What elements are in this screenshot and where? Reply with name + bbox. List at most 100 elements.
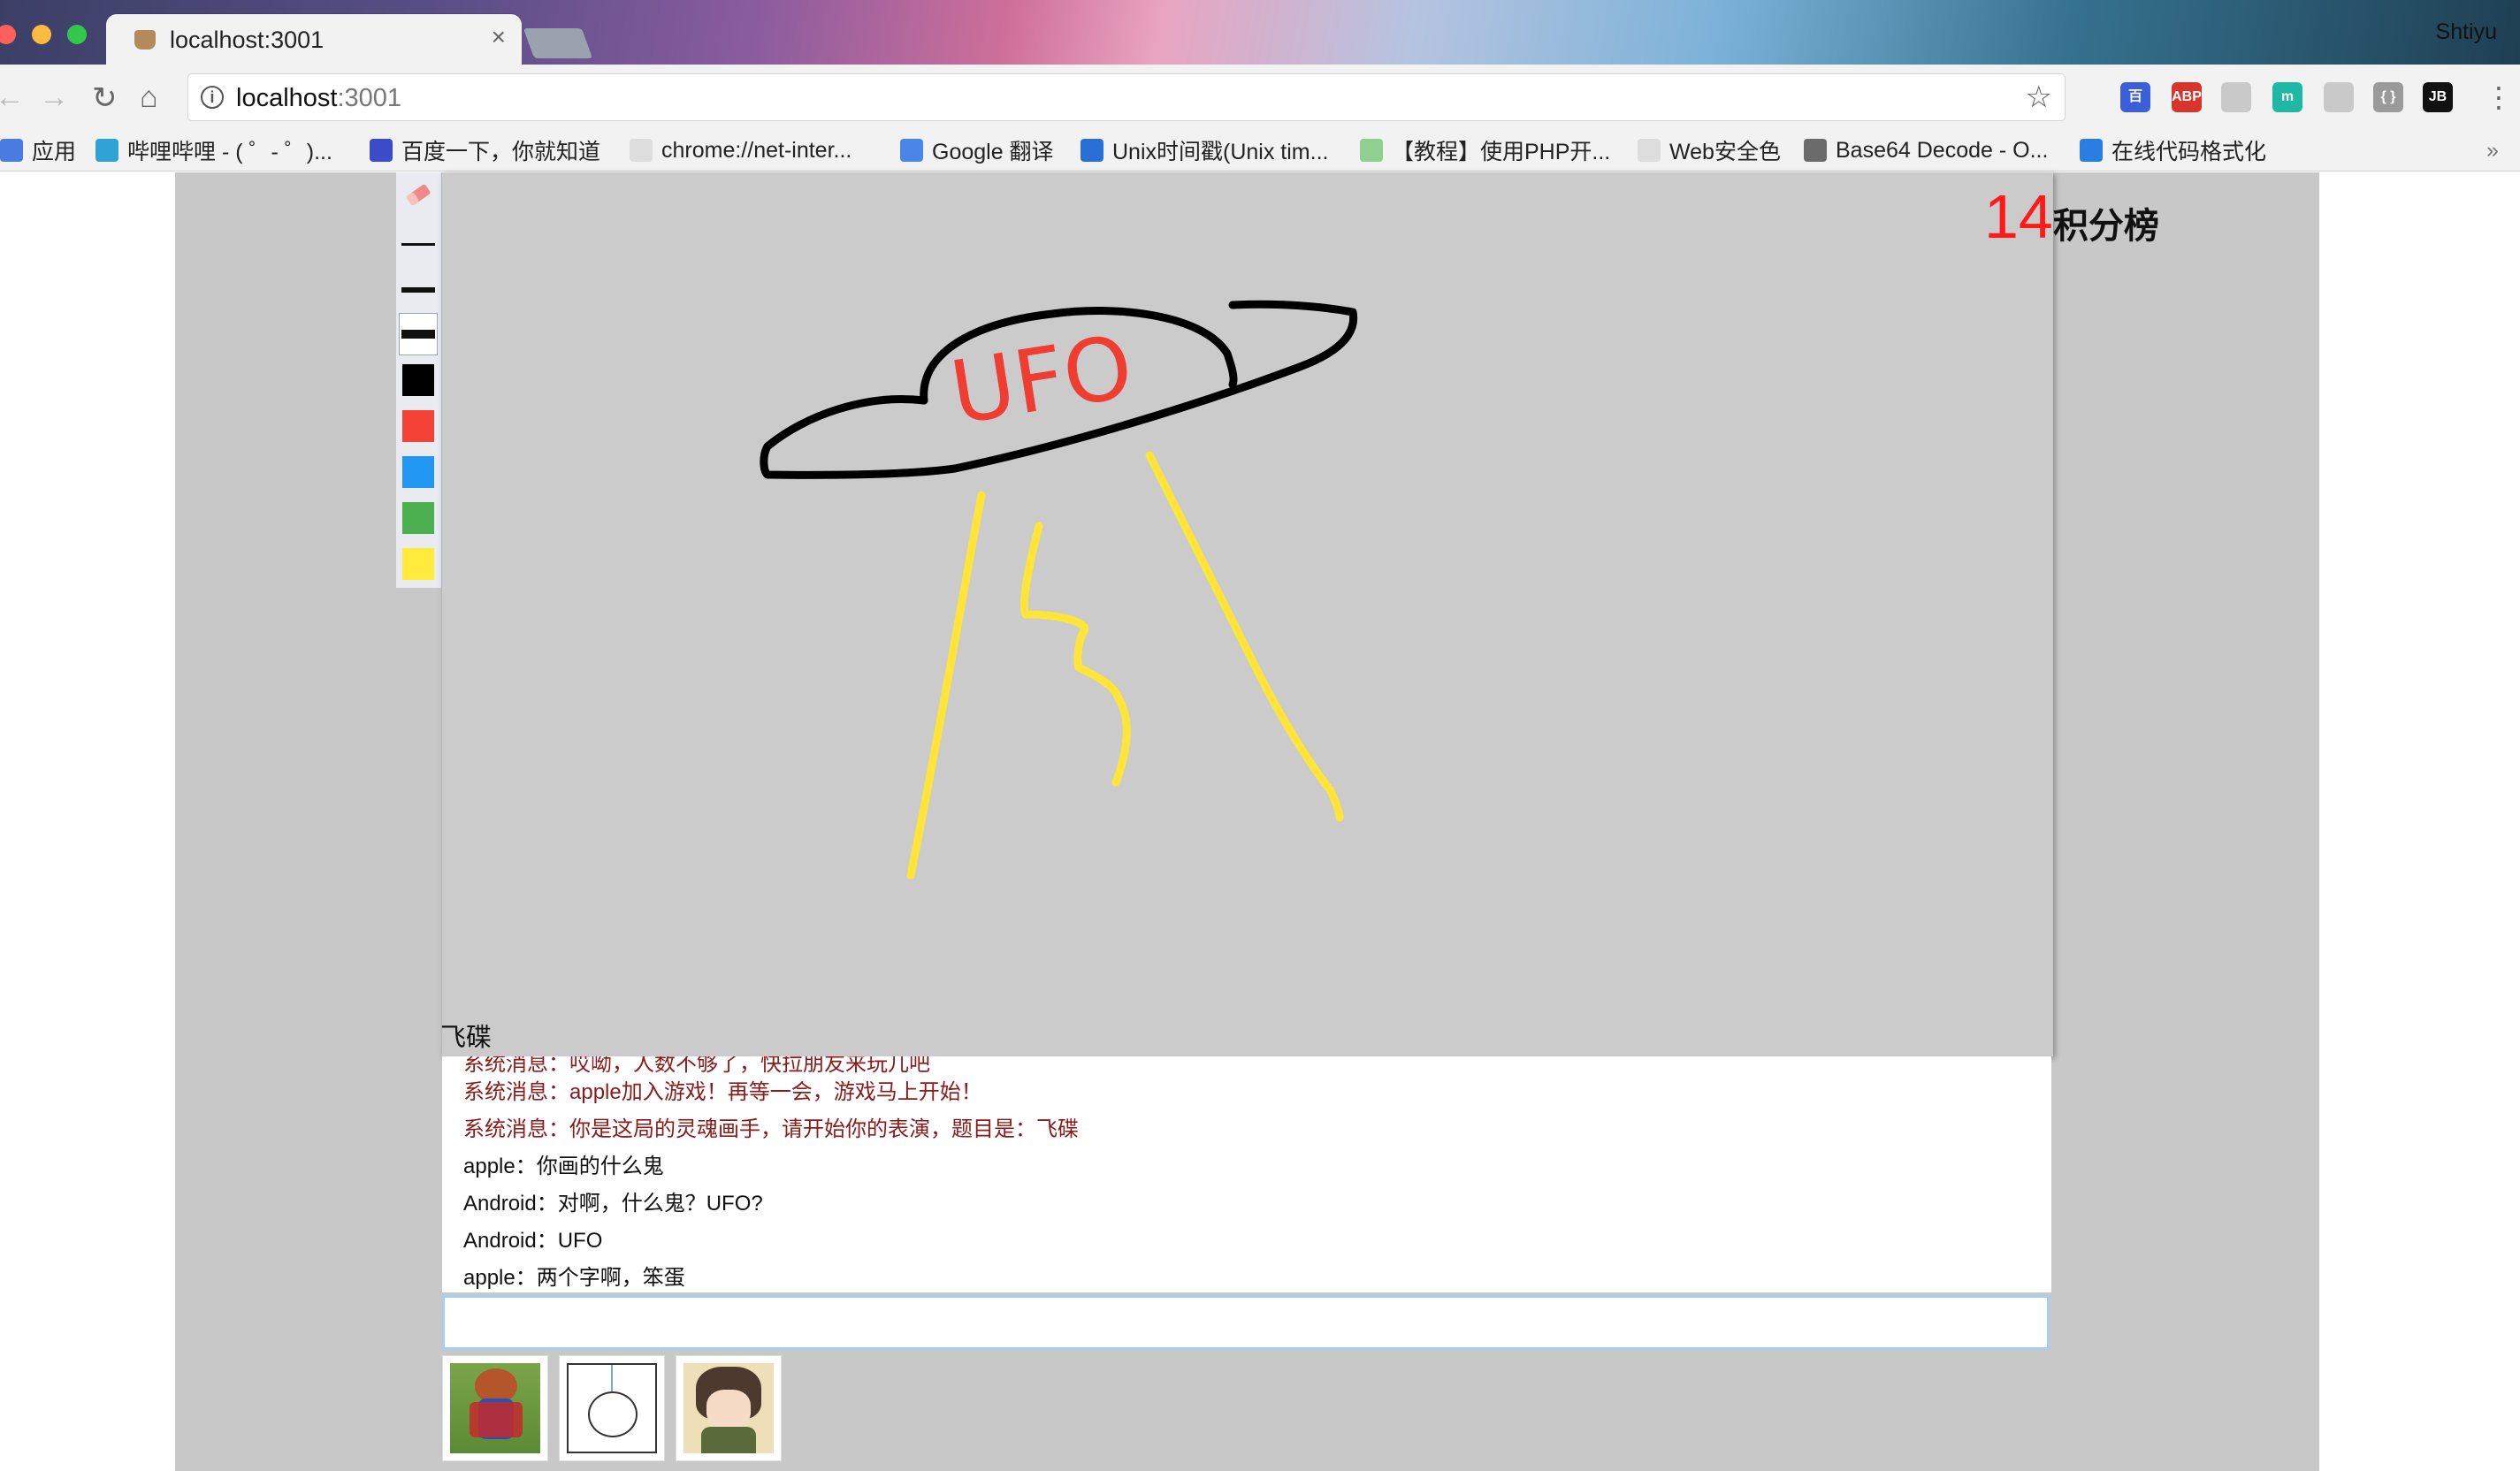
forward-arrow-icon[interactable]: →	[39, 80, 69, 115]
bookmark-label: Base64 Decode - O...	[1836, 137, 2049, 163]
url-text: localhost:3001	[236, 84, 402, 112]
bookmark-label: 哔哩哔哩 - ( ゜- ゜)...	[127, 140, 332, 164]
bookmark-web-safe-colors[interactable]: Web安全色	[1638, 134, 1781, 166]
bookmark-php-tutorial-icon	[1360, 139, 1383, 162]
player-list	[442, 1355, 792, 1461]
black-swatch	[402, 364, 434, 396]
m-extension-icon[interactable]: m	[2272, 82, 2302, 112]
chat-log[interactable]: 系统消息：哎呦，人数不够了，快拉朋友来玩儿吧 系统消息：apple加入游戏！再等…	[442, 1056, 2051, 1292]
reload-icon[interactable]: ↻	[92, 80, 118, 116]
medium-line-tool[interactable]	[400, 270, 437, 310]
color-blue[interactable]	[400, 452, 437, 492]
bookmark-chrome-net-icon	[630, 139, 653, 162]
bookmarks-more-icon[interactable]: »	[2486, 134, 2499, 166]
medium-line-icon	[401, 287, 435, 293]
bookmark-label: 百度一下，你就知道	[401, 140, 601, 164]
score-value: 14	[1984, 182, 2053, 251]
player-avatar-superman[interactable]	[442, 1355, 548, 1461]
page-viewport: UFO 飞碟 14 积分榜 系统消息：哎呦，人数不够了，快拉朋友来玩儿吧 系统消…	[0, 172, 2520, 1471]
reader-extension-icon[interactable]	[2221, 82, 2251, 112]
close-window-button[interactable]	[0, 25, 16, 44]
chat-message: apple：你画的什么鬼	[463, 1155, 664, 1178]
bookmark-code-format-icon	[2080, 139, 2103, 162]
color-yellow[interactable]	[400, 544, 437, 584]
bookmark-label: 【教程】使用PHP开...	[1392, 140, 1611, 164]
chat-message: 系统消息：你是这局的灵魂画手，请开始你的表演，题目是：飞碟	[463, 1117, 1079, 1141]
bookmark-chrome-net[interactable]: chrome://net-inter...	[630, 134, 851, 166]
thin-line-icon	[401, 242, 435, 246]
bookmark-bilibili[interactable]: 哔哩哔哩 - ( ゜- ゜)...	[95, 134, 332, 166]
eraser-tool[interactable]	[400, 174, 437, 215]
bookmark-unix-time-icon	[1081, 139, 1103, 162]
tab-close-icon[interactable]: ×	[492, 23, 506, 51]
chat-input[interactable]	[442, 1295, 2050, 1350]
tab-title: localhost:3001	[170, 27, 325, 53]
tool-palette	[396, 172, 442, 588]
bookmark-code-format[interactable]: 在线代码格式化	[2080, 134, 2266, 166]
chat-message: 系统消息：apple加入游戏！再等一会，游戏马上开始！	[463, 1080, 982, 1104]
site-info-icon[interactable]: i	[201, 86, 224, 109]
bookmark-base64[interactable]: Base64 Decode - O...	[1804, 134, 2048, 166]
thick-line-icon	[401, 330, 435, 339]
green-swatch	[402, 502, 434, 534]
red-swatch	[402, 410, 434, 442]
ufo-drawing: UFO	[760, 300, 1358, 880]
bookmark-apps-icon	[0, 139, 23, 162]
back-arrow-icon[interactable]: ←	[0, 80, 25, 115]
new-tab-button[interactable]	[523, 28, 593, 58]
bookmark-google-translate-icon	[900, 139, 923, 162]
yellow-swatch	[402, 548, 434, 580]
bookmark-label: 在线代码格式化	[2111, 140, 2267, 164]
color-black[interactable]	[400, 360, 437, 400]
bookmark-label: Google 翻译	[932, 140, 1054, 164]
baidu-extension-icon[interactable]: 百	[2120, 82, 2150, 112]
bookmark-php-tutorial[interactable]: 【教程】使用PHP开...	[1360, 134, 1610, 166]
chat-message: Android：UFO	[463, 1229, 603, 1253]
bookmark-baidu-icon	[370, 139, 393, 162]
chat-message: apple：两个字啊，笨蛋	[463, 1266, 685, 1290]
abp-extension-icon[interactable]: ABP	[2172, 82, 2202, 112]
color-red[interactable]	[400, 406, 437, 446]
bookmarks-bar: 应用 哔哩哔哩 - ( ゜- ゜)... 百度一下，你就知道 chrome://net…	[0, 131, 2520, 171]
address-bar[interactable]: i localhost:3001 ☆	[187, 73, 2066, 121]
browser-title-bar: localhost:3001 × Shtiyu	[0, 0, 2520, 65]
sketch-avatar-image	[567, 1363, 657, 1453]
maximize-window-button[interactable]	[67, 25, 87, 44]
bookmark-unix-time[interactable]: Unix时间戳(Unix tim...	[1081, 134, 1328, 166]
beam-strokes	[906, 451, 1344, 880]
bookmark-base64-icon	[1804, 139, 1827, 162]
jb-extension-icon[interactable]: JB	[2423, 82, 2453, 112]
bookmark-google-translate[interactable]: Google 翻译	[900, 134, 1054, 166]
bookmark-apps[interactable]: 应用	[0, 134, 76, 166]
word-hint: 飞碟	[440, 1024, 493, 1052]
player-avatar-anime[interactable]	[676, 1355, 782, 1461]
bookmark-bilibili-icon	[95, 139, 118, 162]
anime-avatar-image	[683, 1363, 774, 1453]
scoreboard[interactable]: 14 积分榜	[1984, 181, 2159, 252]
shield-extension-icon[interactable]	[2324, 82, 2354, 112]
bookmark-star-icon[interactable]: ☆	[2026, 80, 2052, 115]
json-extension-icon[interactable]: { }	[2373, 82, 2403, 112]
bookmark-label: 应用	[32, 140, 77, 164]
thin-line-tool[interactable]	[400, 224, 437, 264]
scoreboard-label: 积分榜	[2052, 207, 2159, 246]
blue-swatch	[402, 456, 434, 488]
browser-menu-icon[interactable]: ⋮	[2485, 80, 2513, 114]
color-green[interactable]	[400, 498, 437, 538]
minimize-window-button[interactable]	[32, 25, 51, 44]
chat-message: Android：对啊，什么鬼？UFO?	[463, 1192, 763, 1216]
browser-tab[interactable]: localhost:3001 ×	[106, 14, 522, 65]
eraser-icon	[407, 184, 431, 206]
bookmark-label: Unix时间戳(Unix tim...	[1112, 140, 1329, 164]
bookmark-label: chrome://net-inter...	[661, 137, 852, 163]
home-icon[interactable]: ⌂	[140, 80, 158, 115]
bookmark-web-safe-colors-icon	[1638, 139, 1661, 162]
profile-name[interactable]: Shtiyu	[2436, 19, 2497, 45]
bookmark-label: Web安全色	[1669, 140, 1781, 164]
player-avatar-sketch[interactable]	[559, 1355, 665, 1461]
bookmark-baidu[interactable]: 百度一下，你就知道	[370, 134, 600, 166]
thick-line-tool[interactable]	[399, 313, 438, 355]
superman-avatar-image	[450, 1363, 540, 1453]
browser-toolbar: ← → ↻ ⌂ i localhost:3001 ☆ 百 ABP m { } JB ⋮	[0, 65, 2520, 131]
drawing-canvas[interactable]: UFO 飞碟	[440, 172, 2053, 1056]
